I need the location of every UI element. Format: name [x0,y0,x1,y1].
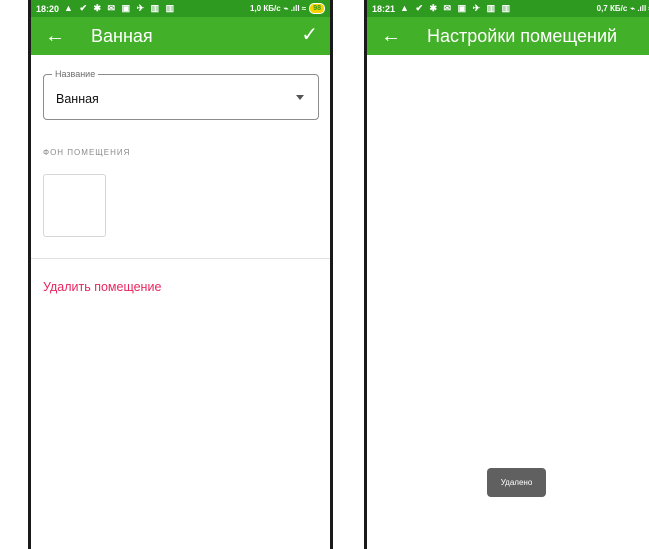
room-name-dropdown[interactable]: Название Ванная [43,68,319,120]
room-name-label: Название [52,68,99,80]
signal-icons: ⌁ .ıll ≈ ◯ [630,4,649,13]
page-title: Ванная [91,25,153,46]
dropdown-arrow-icon [296,95,304,100]
status-time: 18:20 [36,3,60,14]
delete-room-button[interactable]: Удалить помещение [43,280,161,294]
network-speed: 1,0 КБ/с [250,4,281,13]
app-bar: ← Ванная ✓ [31,17,330,55]
back-arrow-icon[interactable]: ← [45,26,69,46]
status-right: 0,7 КБ/с ⌁ .ıll ≈ ◯ [597,4,649,13]
app-bar: ← Настройки помещений + [367,17,649,55]
battery-icon: 98 [309,3,325,14]
status-bar: 18:21 ▲ ✔ ✱ ✉ ▣ ✈ ▥ ▥ 0,7 КБ/с ⌁ .ıll ≈ … [367,0,649,17]
status-right: 1,0 КБ/с ⌁ .ıll ≈ 98 [250,3,325,14]
room-settings-screen: 18:21 ▲ ✔ ✱ ✉ ▣ ✈ ▥ ▥ 0,7 КБ/с ⌁ .ıll ≈ … [364,0,649,549]
network-speed: 0,7 КБ/с [596,4,628,13]
signal-icons: ⌁ .ıll ≈ [283,4,307,13]
back-arrow-icon[interactable]: ← [381,26,405,46]
notification-icons: ▲ ✔ ✱ ✉ ▣ ✈ ▥ ▥ [64,3,177,13]
background-swatch[interactable] [43,174,106,237]
divider [31,258,330,259]
page-title: Настройки помещений [427,25,618,46]
room-name-value: Ванная [56,92,99,106]
status-bar: 18:20 ▲ ✔ ✱ ✉ ▣ ✈ ▥ ▥ 1,0 КБ/с ⌁ .ıll ≈ … [31,0,330,17]
save-check-icon[interactable]: ✓ [301,25,318,45]
room-edit-screen: 18:20 ▲ ✔ ✱ ✉ ▣ ✈ ▥ ▥ 1,0 КБ/с ⌁ .ıll ≈ … [28,0,333,549]
toast-message: Удалено [487,468,546,497]
background-section-label: ФОН ПОМЕЩЕНИЯ [43,148,131,157]
notification-icons: ▲ ✔ ✱ ✉ ▣ ✈ ▥ ▥ [400,3,513,13]
status-time: 18:21 [372,3,396,14]
